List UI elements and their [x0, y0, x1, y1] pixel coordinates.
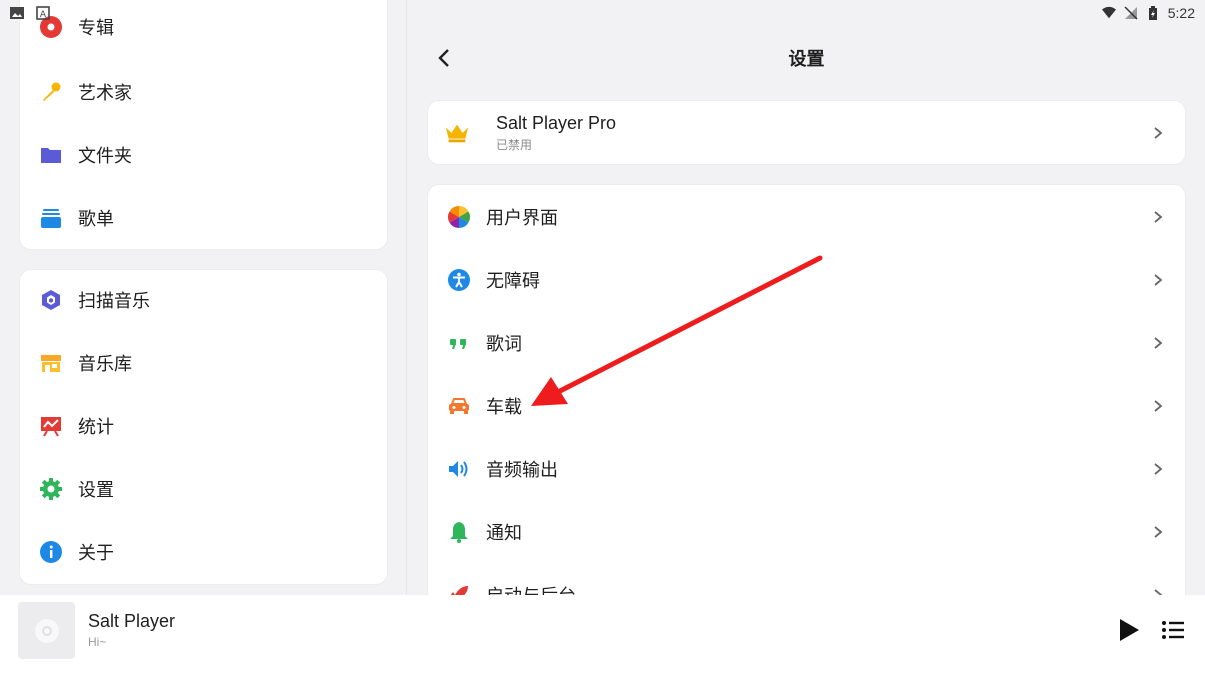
page-title: 设置 [788, 49, 825, 70]
settings-item-accessibility[interactable]: 无障碍 [428, 248, 1185, 311]
sidebar-item-playlist[interactable]: 歌单 [20, 188, 387, 248]
chevron-right-icon [1154, 210, 1163, 223]
chevron-right-icon [1154, 525, 1163, 538]
sidebar-item-settings[interactable]: 设置 [20, 459, 387, 519]
bell-icon [446, 519, 472, 545]
accessibility-icon [446, 267, 472, 293]
settings-item-lyrics[interactable]: 歌词 [428, 311, 1185, 374]
image-notification-icon [10, 7, 24, 19]
chevron-right-icon [1154, 126, 1163, 139]
no-signal-icon [1124, 6, 1138, 20]
quote-icon [446, 330, 472, 356]
statistics-icon [38, 413, 64, 439]
playlist-icon [38, 205, 64, 231]
play-icon[interactable] [1117, 617, 1141, 643]
sidebar-item-label: 关于 [78, 543, 114, 564]
scan-icon [38, 287, 64, 313]
sidebar-item-folder[interactable]: 文件夹 [20, 125, 387, 185]
settings-item-startup-background[interactable]: 启动与后台 [428, 563, 1185, 595]
settings-item-label: 音频输出 [486, 459, 558, 481]
speaker-icon [446, 456, 472, 482]
settings-pane: 设置 Salt Player Pro 已禁用 用户界面 无障碍 歌词 车载 音频… [408, 0, 1205, 595]
settings-item-notification[interactable]: 通知 [428, 500, 1185, 563]
chevron-right-icon [1154, 462, 1163, 475]
library-sidebar: 专辑 艺术家 文件夹 歌单 扫描音乐 音乐库 统计 设置 关于 [0, 0, 407, 595]
settings-item-label: 启动与后台 [486, 582, 576, 596]
salt-player-pro-entry[interactable]: Salt Player Pro 已禁用 [427, 100, 1186, 165]
rocket-icon [446, 582, 472, 595]
sidebar-item-label: 歌单 [78, 209, 114, 230]
settings-item-label: 通知 [486, 522, 522, 544]
library-card: 专辑 艺术家 文件夹 歌单 [19, 0, 388, 250]
settings-item-label: 用户界面 [486, 207, 558, 229]
settings-item-label: 歌词 [486, 333, 522, 355]
disc-icon [34, 618, 59, 643]
settings-topbar: 设置 [408, 34, 1205, 82]
battery-icon [1148, 6, 1157, 20]
queue-list-icon[interactable] [1161, 619, 1185, 641]
wifi-icon [1101, 6, 1116, 19]
settings-item-user-interface[interactable]: 用户界面 [428, 185, 1185, 248]
settings-item-label: 车载 [486, 396, 522, 418]
sidebar-item-label: 艺术家 [78, 83, 132, 104]
status-bar: A 5:22 [0, 0, 1205, 26]
sidebar-item-statistics[interactable]: 统计 [20, 396, 387, 456]
chevron-right-icon [1154, 336, 1163, 349]
sidebar-item-label: 音乐库 [78, 354, 132, 375]
gear-icon [38, 476, 64, 502]
sidebar-item-about[interactable]: 关于 [20, 522, 387, 582]
sidebar-item-scan-music[interactable]: 扫描音乐 [20, 270, 387, 330]
track-title: Salt Player [88, 611, 176, 631]
folder-icon [38, 142, 64, 168]
microphone-icon [38, 79, 64, 105]
svg-text:A: A [40, 10, 47, 20]
crown-icon [444, 120, 470, 146]
car-icon [446, 393, 472, 419]
settings-item-audio-output[interactable]: 音频输出 [428, 437, 1185, 500]
color-wheel-icon [446, 204, 472, 230]
pro-status: 已禁用 [496, 137, 533, 152]
tools-card: 扫描音乐 音乐库 统计 设置 关于 [19, 269, 388, 585]
track-info: Salt Player Hi~ [88, 611, 175, 649]
sidebar-item-label: 文件夹 [78, 146, 132, 167]
sidebar-item-artist[interactable]: 艺术家 [20, 62, 387, 122]
settings-list: 用户界面 无障碍 歌词 车载 音频输出 通知 [427, 184, 1186, 595]
status-time: 5:22 [1167, 5, 1195, 21]
chevron-left-icon [438, 49, 449, 67]
sidebar-item-music-library[interactable]: 音乐库 [20, 333, 387, 393]
sidebar-item-label: 统计 [78, 417, 114, 438]
settings-item-car[interactable]: 车载 [428, 374, 1185, 437]
sidebar-item-label: 设置 [78, 480, 114, 501]
app-notification-icon: A [36, 6, 50, 20]
info-icon [38, 539, 64, 565]
pro-title: Salt Player Pro [496, 112, 617, 133]
back-button[interactable] [428, 42, 460, 74]
sidebar-item-label: 扫描音乐 [78, 291, 150, 312]
track-subtitle: Hi~ [88, 635, 107, 649]
album-art[interactable] [18, 602, 75, 659]
chevron-right-icon [1154, 399, 1163, 412]
settings-item-label: 无障碍 [486, 270, 540, 292]
mini-player[interactable]: Salt Player Hi~ [0, 595, 1205, 678]
chevron-right-icon [1154, 588, 1163, 595]
store-icon [38, 350, 64, 376]
chevron-right-icon [1154, 273, 1163, 286]
